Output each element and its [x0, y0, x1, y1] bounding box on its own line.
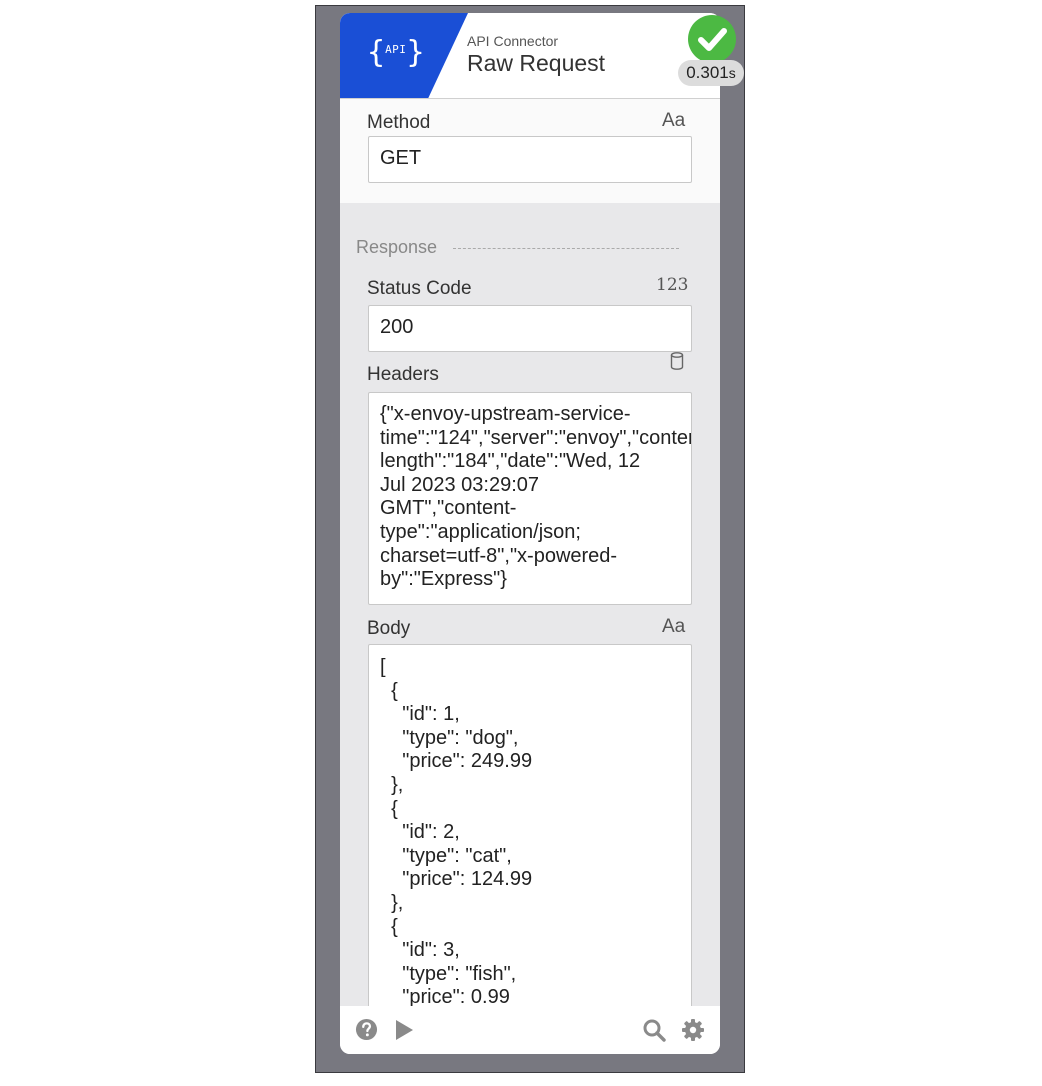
search-icon[interactable] — [642, 1018, 666, 1042]
number-type-indicator: 123 — [656, 275, 689, 295]
section-divider — [453, 248, 679, 249]
duration-value: 0.301 — [686, 63, 729, 82]
method-input[interactable]: GET — [368, 136, 692, 183]
card-footer — [340, 1006, 720, 1054]
status-code-input[interactable]: 200 — [368, 305, 692, 352]
run-icon[interactable] — [392, 1018, 416, 1042]
headers-textarea[interactable]: {"x-envoy-upstream-service- time":"124",… — [368, 392, 692, 605]
headers-value: {"x-envoy-upstream-service- time":"124",… — [380, 403, 692, 591]
success-check-icon — [688, 15, 736, 63]
method-label: Method — [367, 112, 431, 133]
card-header[interactable]: {API} API Connector Raw Request — [340, 13, 720, 99]
action-title: Raw Request — [467, 50, 606, 76]
status-code-label: Status Code — [367, 278, 472, 299]
help-icon[interactable] — [355, 1018, 378, 1041]
method-field-group: Method Aa GET — [340, 99, 720, 203]
connector-name: API Connector — [467, 33, 559, 49]
api-braces-icon: {API} — [367, 35, 425, 70]
response-section-title: Response — [356, 237, 438, 257]
text-type-indicator: Aa — [662, 110, 686, 131]
duration-unit: s — [728, 65, 736, 81]
response-section: Response Status Code 123 200 Headers {"x… — [340, 203, 720, 1024]
database-icon — [670, 352, 684, 370]
headers-label: Headers — [367, 364, 439, 385]
api-connector-card[interactable]: {API} API Connector Raw Request Method A… — [340, 13, 720, 1054]
text-type-indicator: Aa — [662, 616, 686, 637]
body-value: [ { "id": 1, "type": "dog", "price": 249… — [380, 656, 533, 1023]
body-textarea[interactable]: [ { "id": 1, "type": "dog", "price": 249… — [368, 644, 692, 1024]
settings-icon[interactable] — [681, 1018, 705, 1042]
body-label: Body — [367, 618, 411, 639]
api-badge: {API} — [340, 13, 468, 98]
duration-badge: 0.301s — [678, 60, 744, 86]
